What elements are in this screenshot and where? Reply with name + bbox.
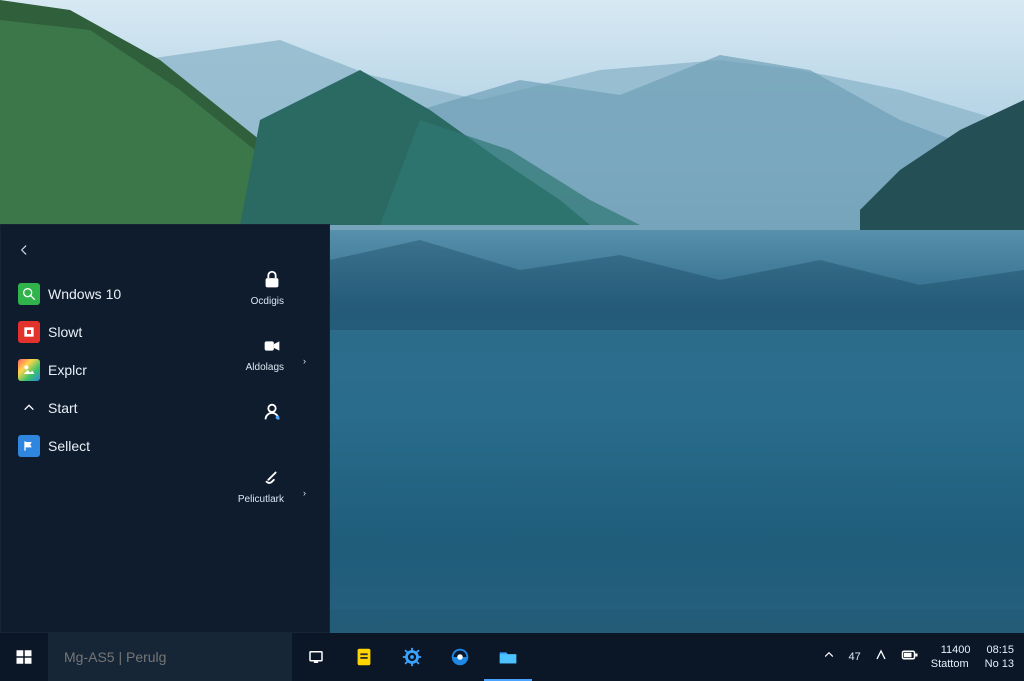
search-icon — [18, 283, 40, 305]
network-icon — [876, 649, 886, 659]
video-icon — [260, 334, 284, 358]
user-icon — [260, 400, 284, 424]
arrow-left-icon — [21, 245, 27, 255]
app-item-slowt[interactable]: Slowt — [18, 314, 198, 350]
taskbar: 47 11400 08:15 Stattom No 13 — [0, 633, 1024, 681]
start-button[interactable] — [0, 633, 48, 681]
chevron-right-icon: › — [303, 488, 306, 498]
taskbar-app-settings[interactable] — [388, 633, 436, 681]
task-view-button[interactable] — [292, 633, 340, 681]
tile-ocdigis[interactable]: Ocdigis — [192, 264, 312, 310]
app-item-select[interactable]: Sellect — [18, 428, 198, 464]
network-button[interactable] — [873, 647, 889, 668]
app-label: Slowt — [48, 324, 83, 340]
lock-icon — [260, 268, 284, 292]
taskbar-app-notes[interactable] — [340, 633, 388, 681]
tile-label: Pelicutlark — [237, 494, 284, 505]
app-item-windows[interactable]: Wndows 10 — [18, 276, 198, 312]
battery-icon — [901, 650, 918, 659]
task-view-icon — [309, 651, 323, 663]
taskbar-app-edge[interactable] — [436, 633, 484, 681]
flag-icon — [18, 435, 40, 457]
show-hidden-icons[interactable] — [822, 648, 836, 667]
app-item-explorer[interactable]: Explcr — [18, 352, 198, 388]
taskbar-search[interactable] — [48, 633, 292, 681]
start-right-tiles: Ocdigis Aldolags › Pelicutlark › — [192, 264, 312, 528]
chevron-up-icon — [18, 397, 40, 419]
date-left: Stattom — [930, 658, 969, 670]
start-menu: Wndows 10 Slowt Explcr Start Sellect Ocd… — [0, 224, 330, 633]
time-left: 11400 — [940, 644, 971, 656]
tile-label: Aldolags — [245, 362, 284, 373]
date-right: No 13 — [984, 658, 1014, 670]
tile-label: Ocdigis — [250, 296, 284, 307]
tile-user[interactable] — [192, 396, 312, 442]
tile-aldolags[interactable]: Aldolags › — [192, 330, 312, 376]
app-label: Explcr — [48, 362, 87, 378]
battery-button[interactable] — [901, 648, 919, 667]
tile-pelicutlark[interactable]: Pelicutlark › — [192, 462, 312, 508]
search-input[interactable] — [62, 648, 266, 666]
system-tray: 47 11400 08:15 Stattom No 13 — [822, 633, 1014, 681]
app-label: Wndows 10 — [48, 286, 122, 302]
tile-icon — [18, 321, 40, 343]
clock-area[interactable]: 11400 08:15 Stattom No 13 — [931, 644, 1014, 670]
folder-icon — [499, 652, 517, 664]
time-right: 08:15 — [986, 644, 1014, 656]
link-icon — [260, 466, 284, 490]
app-label: Start — [48, 400, 78, 416]
chevron-up-icon — [825, 651, 834, 657]
app-item-start[interactable]: Start — [18, 390, 198, 426]
gear-icon — [402, 647, 422, 667]
tray-number: 47 — [848, 651, 861, 663]
chevron-right-icon: › — [303, 356, 306, 366]
photo-icon — [18, 359, 40, 381]
notes-icon — [357, 648, 371, 666]
back-button[interactable] — [14, 240, 34, 260]
taskbar-app-explorer[interactable] — [484, 633, 532, 681]
windows-icon — [16, 650, 32, 664]
start-app-list: Wndows 10 Slowt Explcr Start Sellect — [18, 276, 198, 466]
app-label: Sellect — [48, 438, 91, 454]
browser-icon — [451, 648, 469, 666]
